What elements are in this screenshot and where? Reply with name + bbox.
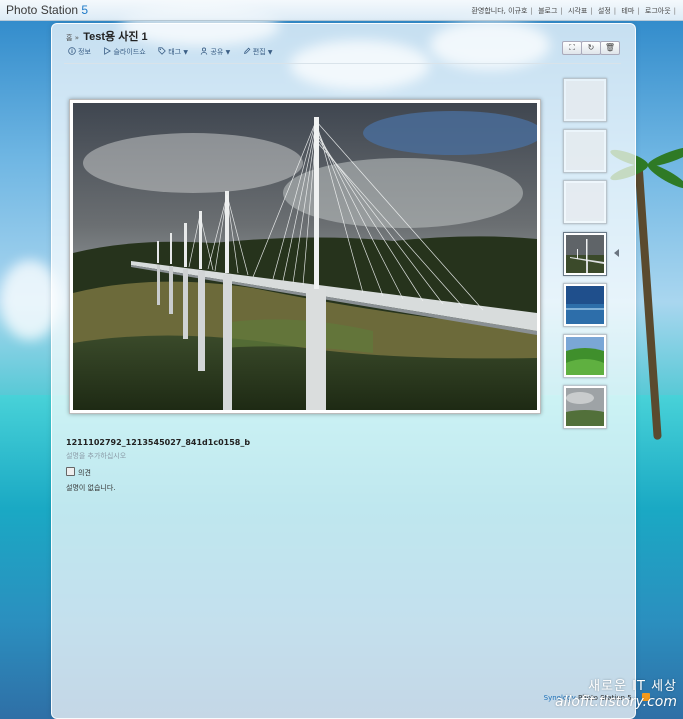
thumbnail-cloudy-field-image xyxy=(566,388,604,426)
no-description-text: 설명이 없습니다. xyxy=(66,484,116,492)
trash-icon: 🗑 xyxy=(604,43,616,52)
share-button[interactable]: 공유 ▼ xyxy=(200,47,230,57)
header-links: 환영합니다, 이규호 | 블로그 | 시각표 | 설정 | 테마 | 로그아웃 | xyxy=(471,7,676,15)
main-panel: 홈 » Test용 사진 1 정보 슬라이드쇼 태그 ▼ 공유 ▼ 편집 ▼ ⛶… xyxy=(51,23,636,719)
logout-link[interactable]: 로그아웃 xyxy=(645,7,671,15)
info-button[interactable]: 정보 xyxy=(68,47,91,57)
chevron-down-icon: ▼ xyxy=(183,49,188,56)
pencil-icon xyxy=(243,47,251,54)
thumbnail-green-hills[interactable] xyxy=(563,334,607,378)
share-label: 공유 xyxy=(210,48,224,56)
welcome-user-link[interactable]: 환영합니다, 이규호 xyxy=(471,7,527,15)
slideshow-label: 슬라이드쇼 xyxy=(113,48,146,56)
timeline-link[interactable]: 시각표 xyxy=(568,7,587,15)
comment-label: 의견 xyxy=(78,469,91,477)
chevron-down-icon: ▼ xyxy=(225,49,231,56)
photo-filename: 1211102792_1213545027_841d1c0158_b xyxy=(66,438,251,447)
thumbnail-empty xyxy=(563,180,607,224)
fullscreen-button[interactable]: ⛶ xyxy=(562,41,582,55)
breadcrumb-home[interactable]: 홈 xyxy=(66,34,72,42)
thumbnail-cloudy-field[interactable] xyxy=(563,385,607,429)
play-icon xyxy=(104,47,112,55)
comment-toggle[interactable]: 의견 xyxy=(66,467,91,478)
blog-link[interactable]: 블로그 xyxy=(538,7,557,15)
thumbnail-empty xyxy=(563,129,607,173)
thumbnail-bridge[interactable] xyxy=(563,232,607,276)
thumbnail-sea[interactable] xyxy=(563,283,607,327)
user-icon xyxy=(201,47,208,55)
edit-label: 편집 xyxy=(252,48,266,56)
toolbar-divider xyxy=(64,63,621,64)
settings-link[interactable]: 설정 xyxy=(598,7,611,15)
refresh-button[interactable]: ↻ xyxy=(581,41,601,55)
thumbnail-selected-arrow-icon xyxy=(614,249,619,257)
watermark-line2: allofit.tistory.com xyxy=(555,694,677,710)
refresh-icon: ↻ xyxy=(587,43,595,52)
chevron-down-icon: ▼ xyxy=(267,49,273,56)
photo-toolbar: 정보 슬라이드쇼 태그 ▼ 공유 ▼ 편집 ▼ xyxy=(68,47,283,59)
comment-icon xyxy=(66,467,75,476)
tag-icon xyxy=(158,47,166,55)
thumbnail-empty xyxy=(563,78,607,122)
photo-image xyxy=(73,103,537,410)
edit-button[interactable]: 편집 ▼ xyxy=(243,47,273,57)
thumbnail-sea-image xyxy=(566,286,604,324)
fullscreen-icon: ⛶ xyxy=(569,43,575,52)
tag-label: 태그 xyxy=(168,48,182,56)
info-label: 정보 xyxy=(78,48,91,56)
tag-button[interactable]: 태그 ▼ xyxy=(158,47,188,57)
slideshow-button[interactable]: 슬라이드쇼 xyxy=(103,47,146,57)
info-icon xyxy=(68,47,76,55)
logo-name: Photo Station xyxy=(6,3,79,17)
main-photo[interactable] xyxy=(69,99,541,414)
top-bar: Photo Station 5 환영합니다, 이규호 | 블로그 | 시각표 | 설정… xyxy=(0,0,683,21)
thumbnail-bridge-image xyxy=(566,235,604,273)
thumbnail-green-hills-image xyxy=(566,337,604,375)
watermark-line1: 새로운 IT 세상 xyxy=(588,679,677,694)
view-buttons: ⛶ ↻ 🗑 xyxy=(562,41,620,55)
watermark: 새로운 IT 세상 allofit.tistory.com xyxy=(555,675,677,710)
delete-button[interactable]: 🗑 xyxy=(600,41,620,55)
breadcrumb-separator: » xyxy=(74,34,79,42)
add-description-link[interactable]: 설명을 추가하십시오 xyxy=(66,451,126,461)
breadcrumb: 홈 » Test용 사진 1 xyxy=(66,28,148,44)
logo: Photo Station 5 xyxy=(6,3,88,17)
page-title: Test용 사진 1 xyxy=(83,31,148,43)
logo-version: 5 xyxy=(81,3,89,17)
theme-link[interactable]: 테마 xyxy=(621,7,634,15)
